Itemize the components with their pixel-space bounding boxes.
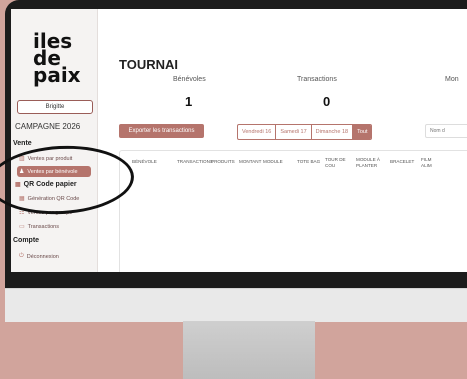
filter-vendredi[interactable]: Vendredi 16 xyxy=(238,125,277,139)
sidebar-item-label: QR Code papier xyxy=(23,181,77,188)
export-transactions-button[interactable]: Exporter les transactions xyxy=(119,124,204,138)
column-header[interactable]: TOTE BAG xyxy=(297,159,320,165)
sidebar-item-label: Ventes par bénévole xyxy=(27,168,78,175)
filter-samedi[interactable]: Samedi 17 xyxy=(276,125,312,139)
filter-tout[interactable]: Tout xyxy=(353,125,372,139)
monitor-stand xyxy=(183,321,315,379)
column-header[interactable]: MONTANT xyxy=(239,159,261,165)
sidebar-item-label: Génération QR Code xyxy=(27,195,80,202)
sidebar-item-transactions[interactable]: ▭ Transactions xyxy=(19,221,59,232)
logo: iles de paix xyxy=(33,31,91,87)
logout-link[interactable]: ⏻ Déconnexion xyxy=(19,251,59,262)
stat-value-benevoles: 1 xyxy=(185,94,193,109)
stat-value-transactions: 0 xyxy=(323,94,331,109)
bar-chart-icon: ▥ xyxy=(19,156,25,162)
stat-label-benevoles: Bénévoles xyxy=(173,76,206,83)
section-vente: Vente xyxy=(13,140,32,147)
column-header[interactable]: TRANSACTIONS xyxy=(177,159,213,165)
filter-dimanche[interactable]: Dimanche 18 xyxy=(312,125,354,139)
column-header[interactable]: FILM ALIM xyxy=(421,157,439,169)
sidebar-item-generation-qr[interactable]: ▦ Génération QR Code xyxy=(19,193,79,204)
sidebar-item-ventes-benevole[interactable]: ♟ Ventes par bénévole xyxy=(17,166,91,177)
logout-label: Déconnexion xyxy=(26,253,59,260)
group-icon: ☷ xyxy=(19,210,25,216)
power-icon: ⏻ xyxy=(19,253,24,259)
sidebar-item-ventes-produit[interactable]: ▥ Ventes par produit xyxy=(19,153,72,164)
sidebar-item-ventes-groupe[interactable]: ☷ Ventes par groupe xyxy=(19,207,72,218)
sidebar-item-label: Ventes par groupe xyxy=(27,209,73,216)
user-button[interactable]: Brigitte xyxy=(17,100,93,114)
sidebar-item-label: Ventes par produit xyxy=(27,155,73,162)
column-header[interactable]: BRACELET xyxy=(390,159,414,165)
sidebar-item-label: Transactions xyxy=(27,223,59,230)
column-header[interactable]: TOUR DE COU xyxy=(325,157,349,169)
column-header[interactable]: MODULE xyxy=(263,159,283,165)
sidebar-item-qr-papier[interactable]: ▦ QR Code papier xyxy=(15,179,77,190)
column-header[interactable]: PRODUITS xyxy=(211,159,235,165)
campaign-label: CAMPAGNE 2026 xyxy=(15,122,81,131)
sidebar: iles de paix Brigitte CAMPAGNE 2026 Vent… xyxy=(11,9,98,272)
qr-icon: ▦ xyxy=(15,182,21,188)
search-input[interactable] xyxy=(425,124,467,138)
monitor-chin xyxy=(5,288,467,322)
stat-label-transactions: Transactions xyxy=(297,76,337,83)
stat-label-montant: Mon xyxy=(445,76,459,83)
benevoles-table: BÉNÉVOLE TRANSACTIONS PRODUITS MONTANT M… xyxy=(119,150,467,272)
monitor-mockup: iles de paix Brigitte CAMPAGNE 2026 Vent… xyxy=(0,0,467,379)
logo-line-3: paix xyxy=(33,63,81,87)
card-icon: ▭ xyxy=(19,224,25,230)
column-header[interactable]: BÉNÉVOLE xyxy=(132,159,157,165)
qr-icon: ▦ xyxy=(19,196,25,202)
section-compte: Compte xyxy=(13,237,40,244)
column-header[interactable]: MODULE À PLANTER xyxy=(356,157,386,169)
screen: iles de paix Brigitte CAMPAGNE 2026 Vent… xyxy=(11,9,467,272)
day-filter-group: Vendredi 16 Samedi 17 Dimanche 18 Tout xyxy=(237,124,373,140)
page-title: TOURNAI xyxy=(119,57,178,72)
person-icon: ♟ xyxy=(19,169,25,175)
